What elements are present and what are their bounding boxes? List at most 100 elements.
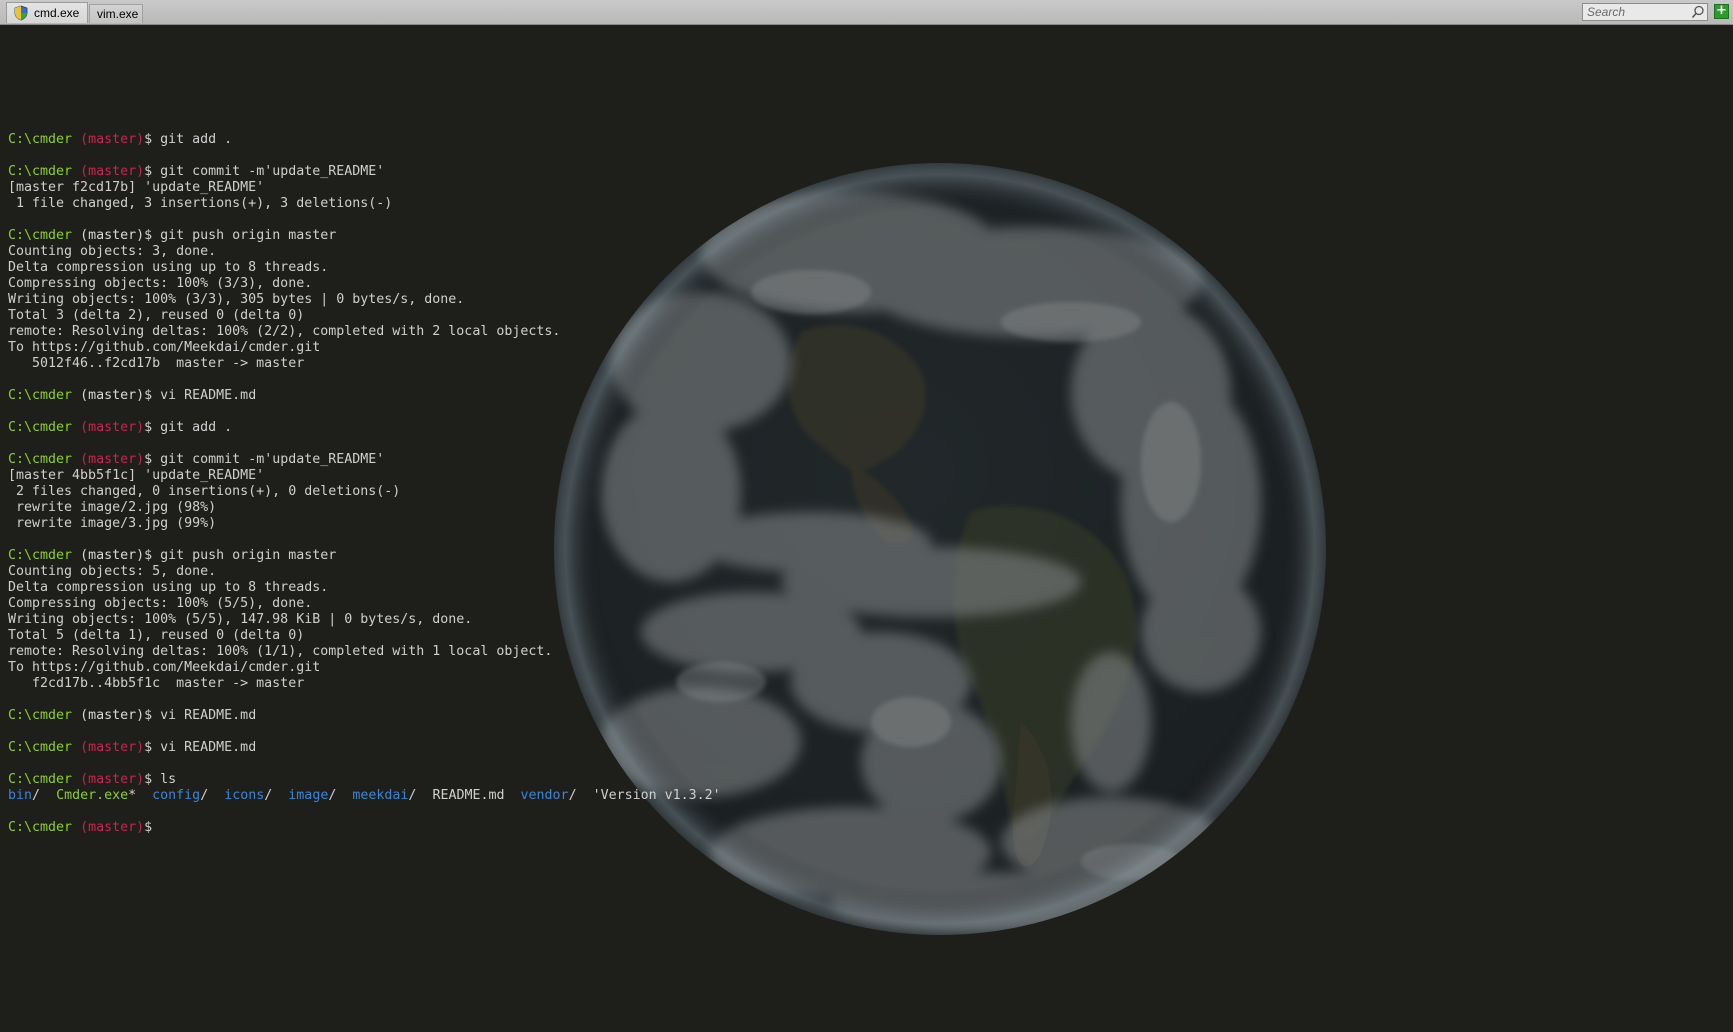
prompt-line: C:\cmder (master)$ [8, 820, 721, 836]
command-text: vi README.md [152, 708, 257, 723]
output-line: Delta compression using up to 8 threads. [8, 580, 329, 595]
entry-suffix: / [200, 788, 225, 803]
prompt-line: C:\cmder (master)$ git push origin maste… [8, 548, 721, 564]
output-line: To https://github.com/Meekdai/cmder.git [8, 340, 321, 355]
output-line: 2 files changed, 0 insertions(+), 0 dele… [8, 484, 401, 499]
directory-entry: image [288, 788, 329, 803]
prompt-branch: (master) [80, 388, 145, 403]
title-bar: cmd.exe vim.exe Search + [0, 0, 1733, 25]
prompt-line: C:\cmder (master)$ git add . [8, 420, 721, 436]
entry-suffix: / [328, 788, 353, 803]
directory-entry: vendor [520, 788, 569, 803]
command-text: git push origin master [152, 548, 337, 563]
prompt-branch: (master) [80, 820, 145, 835]
prompt-path: C:\cmder [8, 132, 73, 147]
new-tab-button[interactable]: + [1714, 4, 1729, 19]
terminal-console[interactable]: C:\cmder (master)$ git add . C:\cmder (m… [0, 26, 1733, 1032]
prompt-line: C:\cmder (master)$ vi README.md [8, 740, 721, 756]
prompt-branch: (master) [80, 420, 145, 435]
tab-vim[interactable]: vim.exe [89, 4, 143, 23]
directory-entry: icons [224, 788, 265, 803]
prompt-line: C:\cmder (master)$ vi README.md [8, 708, 721, 724]
prompt-dollar: $ [144, 772, 153, 787]
output-line: To https://github.com/Meekdai/cmder.git [8, 660, 321, 675]
prompt-path: C:\cmder [8, 228, 73, 243]
output-line: Total 3 (delta 2), reused 0 (delta 0) [8, 308, 305, 323]
output-line: rewrite image/2.jpg (98%) [8, 500, 217, 515]
prompt-branch: (master) [80, 228, 145, 243]
tab-cmd[interactable]: cmd.exe [6, 2, 88, 23]
prompt-dollar: $ [144, 740, 153, 755]
entry-suffix: / [568, 788, 593, 803]
directory-entry: config [152, 788, 201, 803]
prompt-branch: (master) [80, 452, 145, 467]
prompt-line: C:\cmder (master)$ git push origin maste… [8, 228, 721, 244]
entry-suffix: / [32, 788, 57, 803]
output-line: 5012f46..f2cd17b master -> master [8, 356, 305, 371]
prompt-dollar: $ [144, 388, 153, 403]
command-text: git add . [152, 420, 233, 435]
prompt-branch: (master) [80, 548, 145, 563]
prompt-dollar: $ [144, 452, 153, 467]
output-line: remote: Resolving deltas: 100% (1/1), co… [8, 644, 553, 659]
output-line: Compressing objects: 100% (5/5), done. [8, 596, 313, 611]
command-text: git add . [152, 132, 233, 147]
entry-suffix: * [128, 788, 153, 803]
output-line: [master 4bb5f1c] 'update_README' [8, 468, 265, 483]
prompt-dollar: $ [144, 228, 153, 243]
prompt-path: C:\cmder [8, 772, 73, 787]
output-line: remote: Resolving deltas: 100% (2/2), co… [8, 324, 561, 339]
prompt-line: C:\cmder (master)$ git commit -m'update_… [8, 164, 721, 180]
command-text: git commit -m'update_README' [152, 452, 385, 467]
prompt-branch: (master) [80, 708, 145, 723]
prompt-dollar: $ [144, 820, 153, 835]
prompt-path: C:\cmder [8, 388, 73, 403]
prompt-line: C:\cmder (master)$ vi README.md [8, 388, 721, 404]
prompt-line: C:\cmder (master)$ git commit -m'update_… [8, 452, 721, 468]
prompt-path: C:\cmder [8, 708, 73, 723]
output-line: [master f2cd17b] 'update_README' [8, 180, 265, 195]
command-text: vi README.md [152, 388, 257, 403]
prompt-branch: (master) [80, 132, 145, 147]
prompt-path: C:\cmder [8, 452, 73, 467]
tab-label: cmd.exe [34, 6, 80, 20]
prompt-path: C:\cmder [8, 820, 73, 835]
prompt-dollar: $ [144, 548, 153, 563]
output-line: Writing objects: 100% (3/3), 305 bytes |… [8, 292, 465, 307]
command-text: vi README.md [152, 740, 257, 755]
directory-entry: bin [8, 788, 33, 803]
output-line: Counting objects: 3, done. [8, 244, 217, 259]
output-line: 1 file changed, 3 insertions(+), 3 delet… [8, 196, 393, 211]
output-line: f2cd17b..4bb5f1c master -> master [8, 676, 305, 691]
prompt-path: C:\cmder [8, 164, 73, 179]
output-line: Counting objects: 5, done. [8, 564, 217, 579]
file-entry: Cmder.exe [56, 788, 129, 803]
command-text: git commit -m'update_README' [152, 164, 385, 179]
search-input[interactable]: Search [1582, 3, 1708, 21]
entry-suffix: / [408, 788, 433, 803]
prompt-line: C:\cmder (master)$ ls [8, 772, 721, 788]
output-line: Delta compression using up to 8 threads. [8, 260, 329, 275]
tab-label: vim.exe [97, 7, 139, 21]
prompt-path: C:\cmder [8, 548, 73, 563]
entry-suffix [505, 788, 521, 803]
ls-output-line: bin/ Cmder.exe* config/ icons/ image/ me… [8, 788, 721, 804]
prompt-path: C:\cmder [8, 740, 73, 755]
output-line: Writing objects: 100% (5/5), 147.98 KiB … [8, 612, 473, 627]
prompt-dollar: $ [144, 420, 153, 435]
output-line: Total 5 (delta 1), reused 0 (delta 0) [8, 628, 305, 643]
search-placeholder: Search [1587, 5, 1626, 19]
file-entry: 'Version v1.3.2' [592, 788, 721, 803]
search-icon[interactable] [1691, 5, 1705, 19]
directory-entry: meekdai [352, 788, 409, 803]
entry-suffix: / [264, 788, 289, 803]
